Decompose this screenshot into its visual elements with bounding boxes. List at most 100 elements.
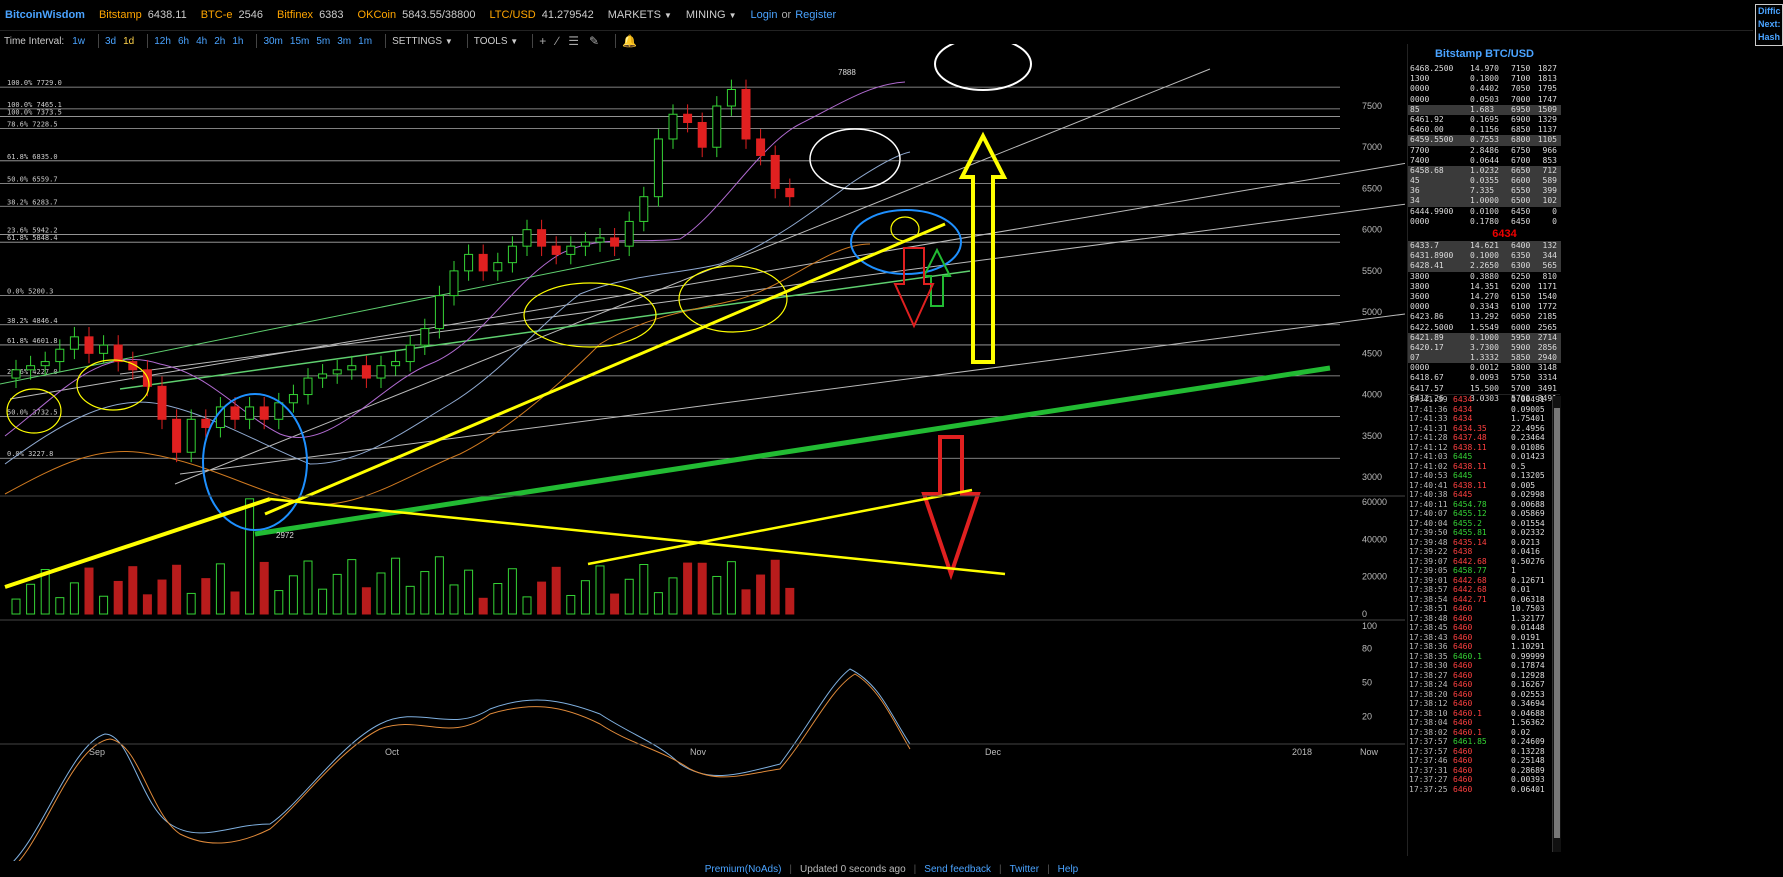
depth-sum: 2856 [1537, 342, 1557, 352]
trade-row: 17:40:04 6455.2 0.01554 [1407, 519, 1560, 529]
candle [785, 187, 795, 198]
candle [522, 229, 532, 247]
trade-row: 17:38:54 6442.71 0.06318 [1407, 595, 1560, 605]
trade-amount: 0.28689 [1511, 765, 1545, 775]
volume-bar [434, 556, 444, 615]
order-amount: 0.0093 [1470, 373, 1499, 383]
volume-bar [274, 590, 284, 615]
depth-price: 6350 [1511, 251, 1531, 261]
next-label: Next: [1758, 19, 1781, 29]
stoch-axis-label: 100 [1362, 621, 1377, 631]
volume-bar [610, 593, 620, 615]
trade-amount: 0.09005 [1511, 404, 1545, 414]
volume-bar [653, 592, 663, 615]
trade-time: 17:38:57 [1409, 585, 1448, 594]
depth-sum: 565 [1542, 261, 1557, 271]
depth-sum: 2940 [1537, 353, 1557, 363]
ticker-btce[interactable]: BTC-e 2546 [201, 9, 263, 21]
depth-sum: 2565 [1537, 322, 1557, 332]
volume-bar [493, 583, 503, 615]
orderbook-row: 3800 0.3880 6250 810 [1408, 272, 1561, 282]
mining-menu[interactable]: MINING ▼ [686, 9, 737, 21]
trade-time: 17:39:07 [1409, 556, 1448, 566]
candle [245, 406, 255, 420]
ticker-bitstamp[interactable]: Bitstamp 6438.11 [99, 9, 187, 21]
trade-price: 6437.48 [1453, 433, 1487, 442]
candle [405, 344, 415, 363]
register-link[interactable]: Register [795, 9, 836, 21]
order-amount: 0.4402 [1470, 84, 1499, 94]
trade-amount: 0.24609 [1511, 737, 1545, 746]
stochastic-panel [13, 668, 911, 861]
orderbook-row: 0000 0.1780 6450 0 [1408, 217, 1561, 227]
separator: | [913, 864, 917, 875]
volume-bar [507, 568, 517, 615]
twitter-link[interactable]: Twitter [1010, 864, 1039, 875]
chart-canvas[interactable]: 100.0% 7729.0100.0% 7465.1100.0% 7373.57… [0, 44, 1405, 861]
candle [537, 229, 547, 247]
trade-price: 6460 [1453, 765, 1473, 775]
depth-price: 5900 [1511, 342, 1531, 352]
volume-bar [303, 560, 313, 615]
feedback-link[interactable]: Send feedback [924, 864, 991, 875]
volume-bar [420, 571, 430, 615]
time-axis-label: Nov [690, 747, 707, 757]
trade-time: 17:38:10 [1409, 708, 1448, 718]
order-amount: 0.1156 [1470, 125, 1499, 135]
orderbook-row: 6423.86 13.292 6050 2185 [1408, 312, 1561, 322]
volume-bar [230, 591, 240, 615]
trade-price: 6434 [1453, 414, 1473, 423]
trade-row: 17:38:43 6460 0.0191 [1407, 633, 1560, 643]
login-link[interactable]: Login [751, 9, 778, 21]
trade-time: 17:38:27 [1409, 670, 1448, 680]
time-axis-label: Sep [89, 747, 105, 757]
trade-time: 17:37:25 [1409, 784, 1448, 794]
trade-price: 6460 [1453, 604, 1473, 613]
order-price: 6423.86 [1410, 312, 1444, 322]
order-price: 6458.68 [1410, 165, 1444, 175]
trade-price: 6460 [1453, 623, 1473, 632]
price-chart[interactable]: 100.0% 7729.0 100.0% 7465.1 100.0% 7373.5 7… [0, 44, 1405, 861]
time-axis-label: Oct [385, 747, 400, 757]
order-price: 0000 [1410, 363, 1430, 373]
order-amount: 0.3880 [1470, 271, 1499, 281]
markets-menu[interactable]: MARKETS ▼ [608, 9, 672, 21]
ticker-okcoin[interactable]: OKCoin 5843.55/38800 [358, 9, 476, 21]
ticker-ltcusd[interactable]: LTC/USD 41.279542 [490, 9, 594, 21]
ticker-bitfinex[interactable]: Bitfinex 6383 [277, 9, 344, 21]
green-trend-line [0, 258, 621, 385]
depth-price: 7000 [1511, 94, 1531, 104]
order-price: 85 [1410, 104, 1420, 114]
trade-price: 6460 [1453, 642, 1473, 651]
trade-price: 6460 [1453, 775, 1473, 784]
red-down-arrow-large [921, 435, 981, 581]
candle [347, 365, 357, 371]
stoch-axis-label: 20 [1362, 711, 1372, 721]
trade-amount: 0.13228 [1511, 746, 1545, 756]
help-link[interactable]: Help [1058, 864, 1079, 875]
trade-time: 17:39:50 [1409, 528, 1448, 537]
trade-amount: 0.0416 [1511, 547, 1540, 556]
scroll-thumb[interactable] [1554, 408, 1560, 838]
depth-sum: 589 [1542, 176, 1557, 186]
red-down-arrow [893, 247, 935, 329]
trade-row: 17:40:11 6454.78 0.00688 [1407, 500, 1560, 510]
candle [741, 89, 751, 140]
order-amount: 0.0355 [1470, 176, 1499, 186]
order-price: 7700 [1410, 145, 1430, 155]
orderbook-row: 6433.7 14.621 6400 132 [1408, 241, 1561, 252]
candle [55, 348, 65, 363]
yellow-volume-line [269, 497, 1006, 576]
brand-logo[interactable]: BitcoinWisdom [5, 9, 85, 21]
trade-time: 17:41:33 [1409, 414, 1448, 423]
separator: | [999, 864, 1002, 875]
premium-link[interactable]: Premium(NoAds) [705, 864, 782, 875]
price-axis-label: 4500 [1362, 348, 1382, 358]
order-price: 6417.57 [1410, 383, 1444, 393]
trades-scrollbar[interactable] [1552, 396, 1561, 852]
depth-sum: 102 [1542, 196, 1557, 206]
trade-price: 6460 [1453, 746, 1473, 756]
price-axis-label: 5000 [1362, 307, 1382, 317]
trade-row: 17:38:35 6460.1 0.99999 [1407, 652, 1560, 662]
white-circle-annotation [934, 44, 1032, 91]
